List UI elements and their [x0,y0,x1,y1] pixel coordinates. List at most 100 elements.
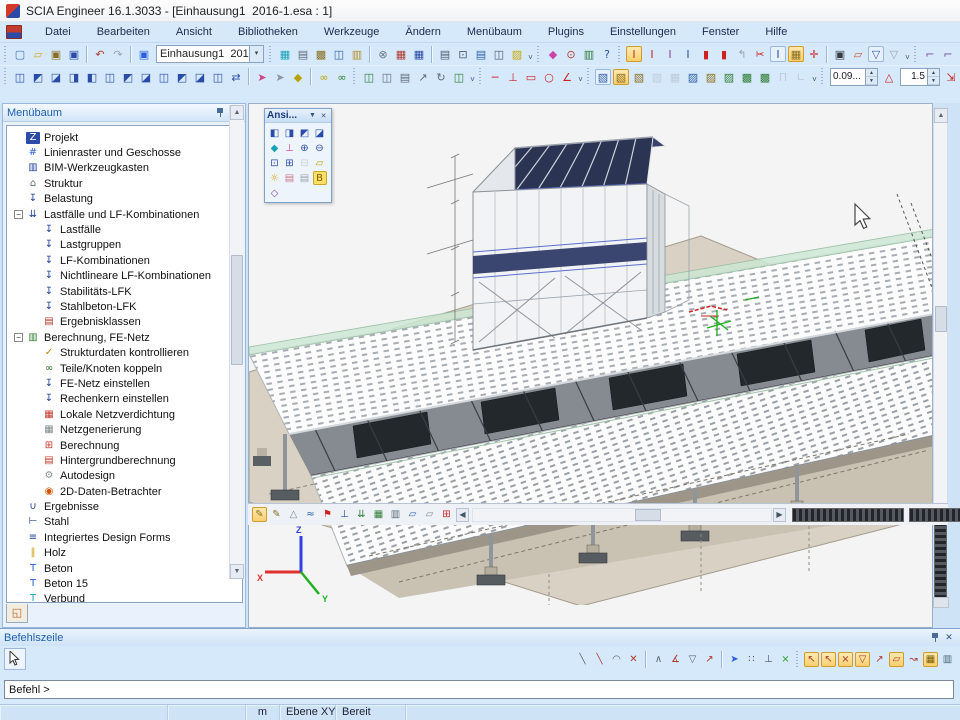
activity-restore-icon[interactable]: ◪ [192,69,208,85]
new-project-icon[interactable]: ▢ [12,46,28,62]
tree-item[interactable]: ‖Holz [7,546,242,561]
zoom-in-icon[interactable]: ⊕ [298,141,312,155]
zoom-previous-icon[interactable]: ⊟ [298,156,312,170]
scroll-right-icon[interactable]: ▶ [773,508,786,522]
view-undo-icon[interactable]: ↰ [734,46,750,62]
pin-icon[interactable] [213,106,227,119]
display-settings-icon[interactable]: ▣ [832,46,848,62]
beam-hinge-icon[interactable]: I [662,46,678,62]
tree-item[interactable]: ↧Nichtlineare LF-Kombinationen [7,269,242,284]
scroll-thumb[interactable] [635,509,661,521]
select-marked-icon[interactable]: ◆ [290,69,306,85]
activity-storey-icon[interactable]: ◩ [174,69,190,85]
snap-midpoint-icon[interactable]: ↖ [804,652,819,667]
snap-keyboard-icon[interactable]: ▥ [940,652,955,667]
ucs-view-icon[interactable]: ⊥ [283,141,297,155]
track-circle-icon[interactable]: ◠ [609,652,624,667]
rotate-slider[interactable] [909,508,960,522]
tree-item[interactable]: ≡Integriertes Design Forms [7,530,242,545]
mesh-size-spinner[interactable]: 0.09... ▲▼ [830,68,878,86]
overflow-chevron-icon[interactable]: ˅ [468,75,477,85]
view-save-icon[interactable]: ▱ [313,156,327,170]
angle-free-icon[interactable]: ∧ [651,652,666,667]
scroll-left-icon[interactable]: ◀ [456,508,469,522]
track-delete-icon[interactable]: ✕ [626,652,641,667]
multicopy-icon[interactable]: ◫ [361,69,377,85]
view-axo-icon[interactable]: ◪ [313,126,327,140]
supports-display-icon[interactable]: ⊥ [337,507,352,522]
paperspace-gallery-icon[interactable]: ◫ [331,46,347,62]
shaded-icon[interactable]: ▦ [667,69,683,85]
menu-item--ndern[interactable]: Ändern [392,23,453,41]
tree-scrollbar[interactable]: ▲ ▼ [229,105,244,579]
tree-item[interactable]: #Linienraster und Geschosse [7,145,242,160]
tree-item[interactable]: ◉2D-Daten-Betrachter [7,484,242,499]
spin-up-icon[interactable]: ▲ [866,69,877,77]
scroll-thumb[interactable] [231,255,243,365]
tree-item[interactable]: ↧Belastung [7,192,242,207]
overflow-chevron-icon[interactable]: ˅ [810,75,819,85]
view-palette-header[interactable]: Ansi... ▼ ✕ [265,109,331,123]
tree-item[interactable]: ▥BIM-Werkzeugkasten [7,161,242,176]
tree-item[interactable]: ZProjekt [7,130,242,145]
corner-window-b-icon[interactable]: ⌐ [940,46,956,62]
menu-item-hilfe[interactable]: Hilfe [752,23,800,41]
zoom-out-icon[interactable]: ⊖ [313,141,327,155]
color-palette-icon[interactable]: ◆ [545,46,561,62]
ortho-mode-icon[interactable]: ⨯ [778,652,793,667]
perspective-b-icon[interactable]: ✎ [269,507,284,522]
perspective-a-icon[interactable]: ✎ [252,507,267,522]
corner-window-a-icon[interactable]: ⌐ [922,46,938,62]
activity-add-icon[interactable]: ◩ [120,69,136,85]
snap-units-icon[interactable]: ▦ [923,652,938,667]
open-layer-a-icon[interactable]: ▱ [405,507,420,522]
track-parallel-icon[interactable]: ╲ [592,652,607,667]
open-layer-b-icon[interactable]: ▱ [422,507,437,522]
tree-item[interactable]: ⚙Autodesign [7,469,242,484]
view-x-icon[interactable]: ◧ [268,126,282,140]
tree-item[interactable]: ✓Strukturdaten kontrollieren [7,345,242,360]
move-icon[interactable]: ↗ [415,69,431,85]
beam-red-icon[interactable]: I [644,46,660,62]
tree-item[interactable]: −▥Berechnung, FE-Netz [7,330,242,345]
menubaum-tab[interactable]: ◱ [6,604,28,623]
activity-clipping-box-icon[interactable]: ◨ [66,69,82,85]
raster-display-icon[interactable]: ⊞ [439,507,454,522]
statistics-icon[interactable]: ▥ [581,46,597,62]
draw-angle-icon[interactable]: ∠ [559,69,575,85]
menu-item-bibliotheken[interactable]: Bibliotheken [225,23,311,41]
activity-workplane-icon[interactable]: ◪ [48,69,64,85]
export-document-icon[interactable]: ◫ [491,46,507,62]
spin-up-icon[interactable]: ▲ [928,69,939,77]
tree-item[interactable]: ▦Netzgenerierung [7,422,242,437]
model-box-icon[interactable]: ▥ [388,507,403,522]
close-icon[interactable]: ✕ [318,112,329,120]
track-line-icon[interactable]: ╲ [575,652,590,667]
clipboard-gallery-icon[interactable]: ▥ [349,46,365,62]
close-icon[interactable]: ✕ [942,631,956,644]
viewport-3d[interactable]: X Z Y Ansi... ▼ ✕ ◧◨◩◪◆⊥⊕⊖⊡⊞⊟▱☼▤▤B◇ [248,103,933,628]
snap-arc-icon[interactable]: ↝ [906,652,921,667]
menu-item-fenster[interactable]: Fenster [689,23,752,41]
axo-cube-icon[interactable]: ◆ [268,141,282,155]
column-red-icon[interactable]: ▮ [698,46,714,62]
line-grid-icon[interactable]: ⊥ [761,652,776,667]
activity-onoff-icon[interactable]: ◫ [12,69,28,85]
draw-line-icon[interactable]: ─ [487,69,503,85]
snap-tangent-icon[interactable]: ↗ [872,652,887,667]
snap-intersection-icon[interactable]: ⨯ [838,652,853,667]
tree-item[interactable]: ∞Teile/Knoten koppeln [7,361,242,376]
table-input-icon[interactable]: ▦ [411,46,427,62]
open-service-red-icon[interactable]: ▱ [850,46,866,62]
picture-to-document-icon[interactable]: ▨ [509,46,525,62]
clip-front-icon[interactable]: ▤ [283,171,297,185]
overflow-chevron-icon[interactable]: ˅ [526,53,535,63]
water-level-icon[interactable]: ≈ [303,507,318,522]
center-target-icon[interactable]: ✛ [806,46,822,62]
tree-item[interactable]: ↧LF-Kombinationen [7,253,242,268]
flag-display-icon[interactable]: ⚑ [320,507,335,522]
select-by-cursor-icon[interactable]: ➤ [272,69,288,85]
dot-grid-icon[interactable]: ∷ [744,652,759,667]
activity-all-icon[interactable]: ◫ [210,69,226,85]
menu-item-men-baum[interactable]: Menübaum [454,23,535,41]
